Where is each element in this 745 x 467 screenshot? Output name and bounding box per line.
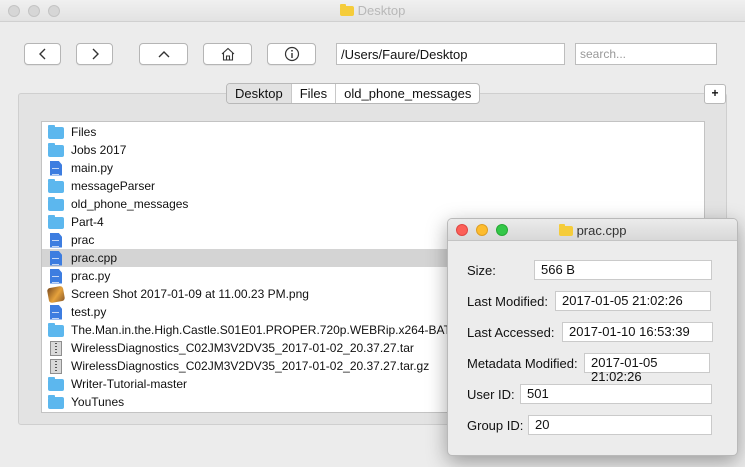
property-value-field[interactable]: 20 — [528, 415, 712, 435]
search-input[interactable]: search... — [575, 43, 717, 65]
file-list-item[interactable]: messageParser — [42, 177, 692, 195]
file-name: prac.cpp — [71, 251, 118, 265]
document-icon — [50, 250, 62, 266]
archive-icon — [50, 340, 62, 356]
window-title: Desktop — [0, 3, 745, 18]
folder-icon — [48, 179, 64, 193]
folder-icon — [48, 125, 64, 139]
home-icon — [221, 47, 234, 61]
folder-icon — [558, 224, 573, 236]
property-value-field[interactable]: 2017-01-05 21:02:26 — [555, 291, 711, 311]
back-button[interactable] — [24, 43, 61, 65]
dialog-title: prac.cpp — [448, 223, 737, 238]
property-label: Metadata Modified: — [467, 355, 578, 371]
info-button[interactable] — [267, 43, 316, 65]
window-title-text: Desktop — [357, 3, 406, 18]
tab-desktop[interactable]: Desktop — [227, 84, 292, 103]
file-name: Part-4 — [71, 215, 104, 229]
document-icon — [50, 304, 62, 320]
folder-icon — [339, 4, 354, 16]
property-label: User ID: — [467, 386, 515, 402]
file-list-item[interactable]: main.py — [42, 159, 692, 177]
path-input[interactable]: /Users/Faure/Desktop — [336, 43, 565, 65]
file-name: Writer-Tutorial-master — [71, 377, 188, 391]
property-label: Last Accessed: — [467, 324, 555, 340]
file-name: Files — [71, 125, 97, 139]
file-name: messageParser — [71, 179, 156, 193]
title-bar[interactable]: Desktop — [0, 0, 745, 22]
file-name: Screen Shot 2017-01-09 at 11.00.23 PM.pn… — [71, 287, 309, 301]
file-name: WirelessDiagnostics_C02JM3V2DV35_2017-01… — [71, 341, 414, 355]
property-label: Last Modified: — [467, 293, 548, 309]
folder-icon — [48, 143, 64, 157]
dialog-title-bar[interactable]: prac.cpp — [448, 219, 737, 241]
tab-bar: Desktop Files old_phone_messages — [226, 83, 481, 104]
property-value-field[interactable]: 566 B — [534, 260, 712, 280]
info-icon — [284, 46, 299, 62]
document-icon — [50, 268, 62, 284]
chevron-left-icon — [38, 48, 45, 60]
folder-icon — [48, 377, 64, 391]
property-label: Size: — [467, 262, 496, 278]
dialog-title-text: prac.cpp — [576, 223, 627, 238]
tab-old-phone-messages[interactable]: old_phone_messages — [336, 84, 479, 103]
forward-button[interactable] — [76, 43, 113, 65]
property-value-field[interactable]: 501 — [520, 384, 712, 404]
file-name: main.py — [71, 161, 114, 175]
folder-icon — [48, 215, 64, 229]
document-icon — [50, 232, 62, 248]
file-list-item[interactable]: Files — [42, 123, 692, 141]
up-button[interactable] — [139, 43, 188, 65]
property-value-field[interactable]: 2017-01-10 16:53:39 — [562, 322, 713, 342]
add-tab-button[interactable]: + — [704, 84, 726, 104]
file-name: YouTunes — [71, 395, 125, 409]
file-info-dialog: prac.cpp Size: 566 B Last Modified: 2017-01… — [447, 218, 738, 456]
file-name: prac — [71, 233, 95, 247]
image-icon — [46, 285, 66, 303]
folder-icon — [48, 395, 64, 409]
folder-icon — [48, 323, 64, 337]
file-browser-window: Desktop /Users/Faure/Desktop search... D… — [0, 0, 745, 467]
archive-icon — [50, 358, 62, 374]
file-name: test.py — [71, 305, 107, 319]
tab-files[interactable]: Files — [292, 84, 337, 103]
property-value-field[interactable]: 2017-01-05 21:02:26 — [584, 353, 710, 384]
file-list-item[interactable]: Jobs 2017 — [42, 141, 692, 159]
folder-icon — [48, 197, 64, 211]
home-button[interactable] — [203, 43, 252, 65]
file-name: Jobs 2017 — [71, 143, 127, 157]
document-icon — [50, 160, 62, 176]
file-name: prac.py — [71, 269, 111, 283]
file-name: WirelessDiagnostics_C02JM3V2DV35_2017-01… — [71, 359, 430, 373]
file-name: The.Man.in.the.High.Castle.S01E01.PROPER… — [71, 323, 484, 337]
chevron-up-icon — [158, 51, 169, 58]
chevron-right-icon — [92, 48, 99, 60]
file-list-item[interactable]: old_phone_messages — [42, 195, 692, 213]
file-name: old_phone_messages — [71, 197, 189, 211]
property-label: Group ID: — [467, 417, 524, 433]
